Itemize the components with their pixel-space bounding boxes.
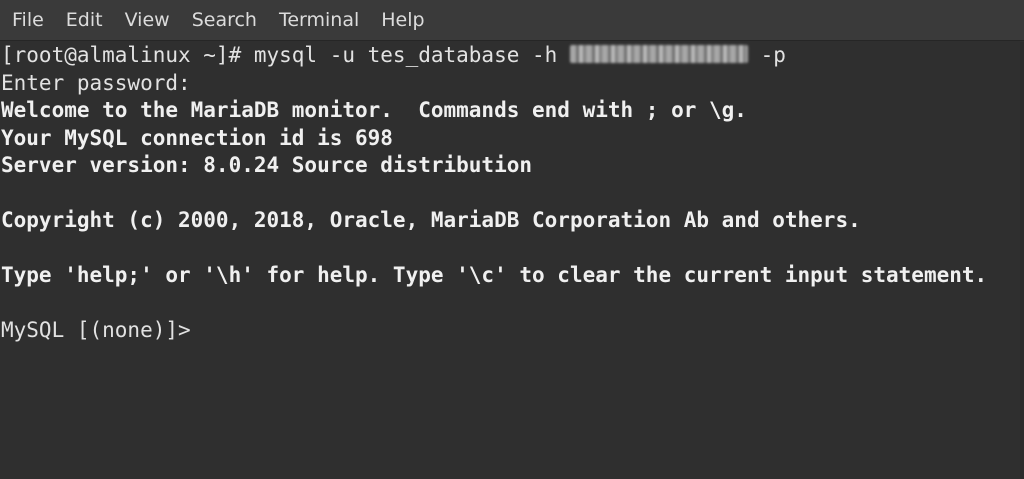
menu-search[interactable]: Search <box>182 0 269 40</box>
menu-file[interactable]: File <box>2 0 56 40</box>
menu-bar: File Edit View Search Terminal Help <box>0 0 1024 41</box>
output-line-copyright: Copyright (c) 2000, 2018, Oracle, MariaD… <box>1 208 861 232</box>
command-suffix: -p <box>747 43 786 67</box>
menu-terminal[interactable]: Terminal <box>269 0 371 40</box>
output-line-blank-2 <box>1 235 1024 263</box>
output-line-welcome: Welcome to the MariaDB monitor. Commands… <box>1 98 747 122</box>
output-line-help: Type 'help;' or '\h' for help. Type '\c'… <box>1 263 988 287</box>
terminal-window: File Edit View Search Terminal Help [roo… <box>0 0 1024 479</box>
output-line-blank-3 <box>1 290 1024 318</box>
output-line-server-version: Server version: 8.0.24 Source distributi… <box>1 153 533 177</box>
menu-view[interactable]: View <box>115 0 182 40</box>
output-line-blank-1 <box>1 180 1024 208</box>
output-line-password: Enter password: <box>1 70 191 95</box>
command-line: [root@almalinux ~]# mysql -u tes_databas… <box>1 42 1024 70</box>
terminal-output[interactable]: [root@almalinux ~]# mysql -u tes_databas… <box>0 42 1024 479</box>
redacted-host <box>569 45 748 63</box>
scrollbar[interactable] <box>1020 42 1024 479</box>
menu-edit[interactable]: Edit <box>56 0 115 40</box>
mysql-prompt[interactable]: MySQL [(none)]> <box>1 317 1024 345</box>
output-line-connection-id: Your MySQL connection id is 698 <box>1 125 393 150</box>
menu-help[interactable]: Help <box>371 0 436 40</box>
command-prefix: [root@almalinux ~]# mysql -u tes_databas… <box>1 43 570 67</box>
